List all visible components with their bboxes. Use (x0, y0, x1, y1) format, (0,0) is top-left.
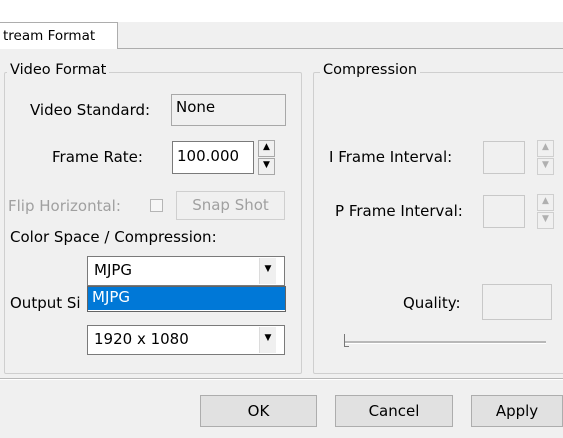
snap-shot-button[interactable]: Snap Shot (176, 191, 285, 220)
compression-group (313, 72, 563, 374)
tab-label: tream Format (3, 28, 96, 44)
spin-up-icon: ▲ (542, 196, 549, 206)
title-area (0, 0, 563, 22)
output-size-label: Output Si (10, 294, 81, 312)
i-frame-interval-field[interactable] (483, 141, 525, 174)
spin-down-icon: ▼ (263, 160, 270, 170)
quality-label: Quality: (403, 294, 461, 312)
chevron-down-icon: ▼ (264, 333, 272, 343)
ok-label: OK (247, 402, 270, 420)
flip-horizontal-label: Flip Horizontal: (8, 197, 121, 215)
output-size-combo[interactable]: 1920 x 1080 (87, 325, 285, 355)
color-space-value: MJPG (94, 261, 133, 279)
flip-horizontal-checkbox[interactable] (150, 199, 163, 212)
snap-shot-label: Snap Shot (192, 196, 269, 214)
video-standard-field: None (171, 94, 286, 126)
tab-stream-format[interactable]: tream Format (0, 22, 118, 50)
p-frame-interval-field[interactable] (483, 195, 525, 228)
frame-rate-label: Frame Rate: (52, 148, 143, 166)
p-frame-interval-label: P Frame Interval: (335, 202, 463, 220)
spin-up-icon: ▲ (542, 142, 549, 152)
quality-slider-track[interactable] (344, 341, 546, 344)
frame-rate-up-button[interactable]: ▲ (258, 140, 275, 157)
apply-label: Apply (495, 402, 539, 420)
cancel-label: Cancel (368, 402, 420, 420)
dropdown-option-mjpg[interactable]: MJPG (88, 287, 285, 310)
color-space-label: Color Space / Compression: (10, 228, 217, 246)
quality-field[interactable] (482, 284, 552, 320)
chevron-down-icon: ▼ (264, 264, 272, 274)
p-frame-down-button[interactable]: ▼ (537, 212, 554, 229)
color-space-combo[interactable]: MJPG (87, 256, 285, 286)
i-frame-down-button[interactable]: ▼ (537, 158, 554, 175)
compression-group-label: Compression (320, 62, 421, 78)
frame-rate-down-button[interactable]: ▼ (258, 158, 275, 175)
spin-up-icon: ▲ (263, 142, 270, 152)
p-frame-up-button[interactable]: ▲ (537, 194, 554, 211)
apply-button[interactable]: Apply (471, 395, 563, 427)
ok-button[interactable]: OK (200, 395, 317, 427)
i-frame-up-button[interactable]: ▲ (537, 140, 554, 157)
color-space-dropdown-button[interactable]: ▼ (259, 258, 276, 284)
output-size-value: 1920 x 1080 (94, 330, 189, 348)
video-format-group-label: Video Format (7, 62, 110, 78)
i-frame-interval-label: I Frame Interval: (329, 148, 453, 166)
color-space-dropdown-list: MJPG (87, 286, 286, 312)
output-size-dropdown-button[interactable]: ▼ (259, 327, 276, 353)
spin-down-icon: ▼ (542, 160, 549, 170)
cancel-button[interactable]: Cancel (335, 395, 453, 427)
footer-separator-highlight (0, 379, 563, 380)
frame-rate-value: 100.000 (177, 147, 240, 165)
slider-thumb-icon[interactable] (344, 334, 349, 347)
video-standard-label: Video Standard: (30, 101, 151, 119)
frame-rate-input[interactable]: 100.000 (172, 141, 254, 174)
spin-down-icon: ▼ (542, 214, 549, 224)
video-standard-value: None (176, 98, 216, 116)
